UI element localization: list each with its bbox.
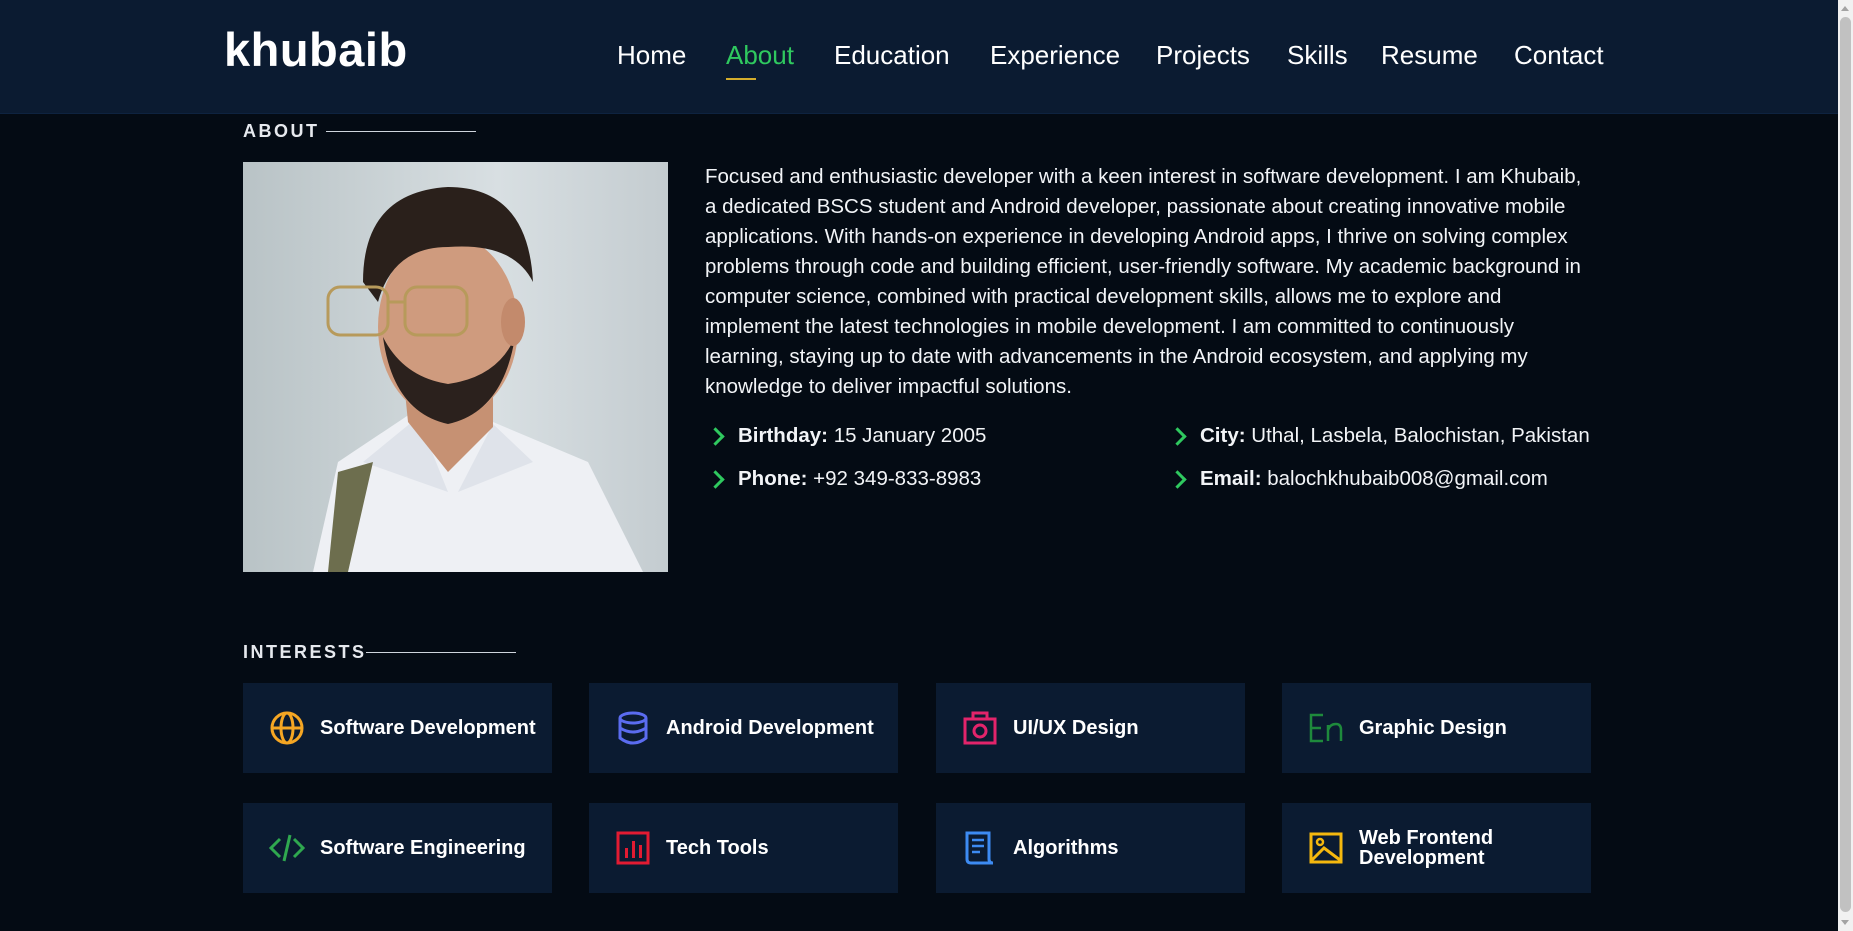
info-city: City: Uthal, Lasbela, Balochistan, Pakis… <box>1200 424 1590 448</box>
image-icon <box>1309 832 1343 864</box>
interests-section-title: INTERESTS <box>243 642 367 662</box>
chevron-right-icon <box>706 427 725 446</box>
nav-active-indicator <box>726 78 756 80</box>
info-email: Email: balochkhubaib008@gmail.com <box>1200 467 1548 491</box>
info-phone: Phone: +92 349-833-8983 <box>738 467 981 491</box>
scroll-up-arrow-icon[interactable] <box>1841 6 1849 11</box>
database-icon <box>618 711 648 745</box>
interest-card-graphic-design[interactable]: Graphic Design <box>1282 683 1591 773</box>
email-value: balochkhubaib008@gmail.com <box>1267 467 1548 490</box>
document-icon <box>965 831 994 865</box>
bar-chart-icon <box>616 831 650 865</box>
nav-home[interactable]: Home <box>617 40 686 71</box>
info-birthday: Birthday: 15 January 2005 <box>738 424 986 448</box>
about-bio: Focused and enthusiastic developer with … <box>705 165 1582 398</box>
email-label: Email: <box>1200 467 1262 490</box>
en-icon <box>1309 713 1343 743</box>
nav-skills[interactable]: Skills <box>1287 40 1348 71</box>
page-scrollbar[interactable] <box>1838 0 1853 931</box>
nav-education[interactable]: Education <box>834 40 950 71</box>
code-icon <box>269 834 305 862</box>
interest-label: Android Development <box>666 717 874 739</box>
about-section-title: ABOUT <box>243 121 320 141</box>
chevron-right-icon <box>1168 470 1187 489</box>
nav-about[interactable]: About <box>726 40 794 71</box>
interests-title-divider <box>366 652 516 653</box>
scroll-down-arrow-icon[interactable] <box>1841 920 1849 925</box>
nav-experience[interactable]: Experience <box>990 40 1120 71</box>
chevron-right-icon <box>1168 427 1187 446</box>
site-header: khubaib Home About Education Experience … <box>0 0 1838 114</box>
profile-photo <box>243 162 668 572</box>
main-nav: Home About Education Experience Projects… <box>0 0 1838 113</box>
interest-card-tech-tools[interactable]: Tech Tools <box>589 803 898 893</box>
phone-label: Phone: <box>738 467 808 490</box>
phone-value: +92 349-833-8983 <box>813 467 982 490</box>
about-title-divider <box>326 131 476 132</box>
nav-projects[interactable]: Projects <box>1156 40 1250 71</box>
nav-contact[interactable]: Contact <box>1514 40 1604 71</box>
chevron-right-icon <box>706 470 725 489</box>
interest-card-android-development[interactable]: Android Development <box>589 683 898 773</box>
interest-card-software-engineering[interactable]: Software Engineering <box>243 803 552 893</box>
interest-label: Software Engineering <box>320 837 526 859</box>
city-label: City: <box>1200 424 1246 447</box>
interest-label: Software Development <box>320 717 536 739</box>
interest-label: Graphic Design <box>1359 717 1507 739</box>
nav-resume[interactable]: Resume <box>1381 40 1478 71</box>
interest-card-software-development[interactable]: Software Development <box>243 683 552 773</box>
interest-label: Web Frontend Development <box>1359 827 1494 869</box>
birthday-label: Birthday: <box>738 424 828 447</box>
city-value: Uthal, Lasbela, Balochistan, Pakistan <box>1251 424 1590 447</box>
interest-label: Algorithms <box>1013 837 1119 859</box>
scroll-thumb[interactable] <box>1840 17 1851 912</box>
interest-card-web-frontend-development[interactable]: Web Frontend Development <box>1282 803 1591 893</box>
globe-icon <box>270 711 304 745</box>
camera-icon <box>963 711 997 745</box>
interest-label: Tech Tools <box>666 837 769 859</box>
interest-label: UI/UX Design <box>1013 717 1139 739</box>
interest-card-algorithms[interactable]: Algorithms <box>936 803 1245 893</box>
birthday-value: 15 January 2005 <box>833 424 987 447</box>
interest-card-ui-ux-design[interactable]: UI/UX Design <box>936 683 1245 773</box>
